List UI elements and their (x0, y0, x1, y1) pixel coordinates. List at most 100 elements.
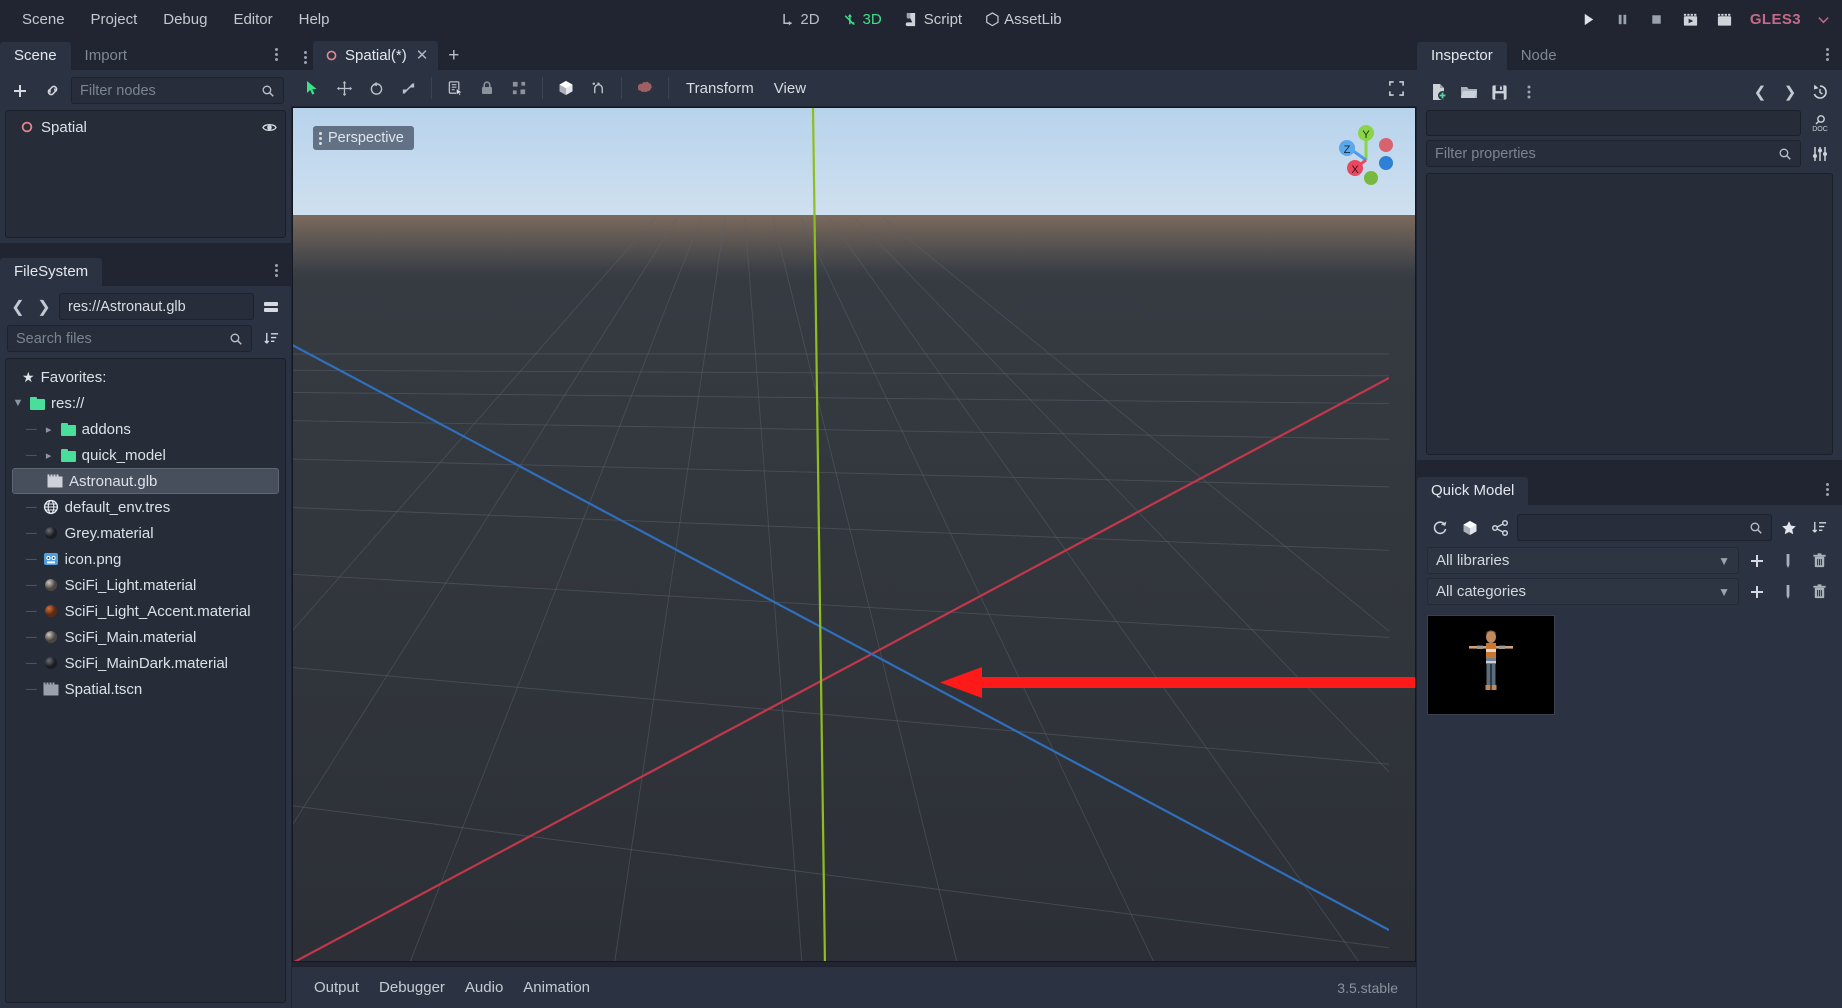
quick-model-dock-menu-icon[interactable] (1820, 480, 1834, 498)
chevron-right-icon[interactable]: ▸ (43, 423, 55, 436)
filesystem-file-default-env[interactable]: ─ default_env.tres (6, 494, 285, 520)
bottom-panel-debugger[interactable]: Debugger (369, 975, 455, 1000)
play-scene-button[interactable] (1682, 11, 1700, 29)
filesystem-folder-quick-model[interactable]: ─ ▸ quick_model (6, 442, 285, 468)
add-scene-tab-button[interactable]: + (438, 42, 469, 70)
inspector-dock-menu-icon[interactable] (1820, 45, 1834, 63)
group-icon[interactable] (504, 74, 534, 102)
add-category-button[interactable] (1744, 579, 1770, 605)
3d-viewport[interactable]: Perspective Y Z X (292, 107, 1416, 962)
mode-button-assetlib[interactable]: AssetLib (975, 7, 1072, 32)
save-resource-icon[interactable] (1486, 79, 1512, 105)
history-back-icon[interactable]: ❮ (7, 295, 29, 319)
category-select[interactable]: All categories ▼ (1427, 578, 1739, 605)
history-forward-icon[interactable]: ❯ (33, 295, 55, 319)
add-library-button[interactable] (1744, 548, 1770, 574)
filesystem-file-scifi-maindark-material[interactable]: ─ SciFi_MainDark.material (6, 650, 285, 676)
menu-help[interactable]: Help (287, 7, 342, 32)
filter-properties-input[interactable]: Filter properties (1426, 140, 1801, 167)
tab-import[interactable]: Import (71, 42, 142, 70)
inspector-properties-list[interactable] (1426, 173, 1833, 455)
node-graph-icon[interactable] (1487, 515, 1513, 541)
toggle-split-mode-icon[interactable] (258, 294, 284, 320)
visibility-eye-icon[interactable] (262, 120, 277, 135)
filesystem-file-astronaut-glb[interactable]: Astronaut.glb (12, 468, 279, 494)
move-mode-icon[interactable] (329, 74, 359, 102)
perspective-label[interactable]: Perspective (313, 126, 414, 150)
filter-nodes-input[interactable]: Filter nodes (71, 77, 284, 104)
view-menu-button[interactable]: View (765, 76, 815, 101)
quick-model-search-input[interactable] (1517, 514, 1772, 541)
local-space-icon[interactable] (551, 74, 581, 102)
instance-scene-icon[interactable] (39, 78, 65, 104)
sort-files-icon[interactable] (258, 326, 284, 352)
scene-tree-item-spatial[interactable]: Spatial (6, 115, 285, 139)
edit-library-button[interactable] (1775, 548, 1801, 574)
mode-button-script[interactable]: Script (895, 7, 972, 32)
delete-category-button[interactable] (1806, 579, 1832, 605)
model-icon[interactable] (1457, 515, 1483, 541)
menu-editor[interactable]: Editor (221, 7, 284, 32)
menu-project[interactable]: Project (79, 7, 150, 32)
menu-debug[interactable]: Debug (151, 7, 219, 32)
snap-mode-icon[interactable] (583, 74, 613, 102)
maximize-viewport-icon[interactable] (1381, 74, 1411, 102)
rotate-mode-icon[interactable] (361, 74, 391, 102)
filesystem-folder-addons[interactable]: ─ ▸ addons (6, 416, 285, 442)
scale-mode-icon[interactable] (393, 74, 423, 102)
renderer-chevron-down-icon[interactable] (1817, 13, 1830, 26)
filesystem-file-scifi-main-material[interactable]: ─ SciFi_Main.material (6, 624, 285, 650)
library-select[interactable]: All libraries ▼ (1427, 547, 1739, 574)
mode-button-3d[interactable]: 3D (833, 7, 892, 32)
bottom-panel-animation[interactable]: Animation (513, 975, 600, 1000)
sort-icon[interactable] (1806, 515, 1832, 541)
pause-button[interactable] (1614, 11, 1632, 29)
scene-dock-menu-icon[interactable] (269, 45, 283, 63)
camera-preview-icon[interactable] (630, 74, 660, 102)
filesystem-folder-res[interactable]: ▼ res:// (6, 390, 285, 416)
search-files-input[interactable]: Search files (7, 325, 252, 352)
filesystem-file-grey-material[interactable]: ─ Grey.material (6, 520, 285, 546)
axis-gizmo[interactable]: Y Z X (1331, 118, 1401, 188)
filesystem-file-scifi-light-material[interactable]: ─ SciFi_Light.material (6, 572, 285, 598)
filesystem-favorites-header[interactable]: ★ Favorites: (6, 364, 285, 390)
resource-menu-icon[interactable] (1516, 79, 1542, 105)
favorite-star-icon[interactable] (1776, 515, 1802, 541)
filesystem-file-spatial-tscn[interactable]: ─ Spatial.tscn (6, 676, 285, 702)
lock-icon[interactable] (472, 74, 502, 102)
object-tools-icon[interactable] (1807, 141, 1833, 167)
transform-menu-button[interactable]: Transform (677, 76, 763, 101)
play-button[interactable] (1580, 11, 1598, 29)
menu-scene[interactable]: Scene (10, 7, 77, 32)
chevron-down-icon[interactable]: ▼ (12, 397, 24, 409)
filesystem-dock-menu-icon[interactable] (269, 261, 283, 279)
delete-library-button[interactable] (1806, 548, 1832, 574)
history-icon[interactable] (1807, 79, 1833, 105)
edit-category-button[interactable] (1775, 579, 1801, 605)
add-node-button[interactable] (7, 78, 33, 104)
refresh-icon[interactable] (1427, 515, 1453, 541)
close-icon[interactable]: ✕ (416, 46, 429, 64)
scene-tab-spatial[interactable]: Spatial(*) ✕ (313, 41, 439, 70)
tab-inspector[interactable]: Inspector (1417, 42, 1507, 70)
stop-button[interactable] (1648, 11, 1666, 29)
scene-tree[interactable]: Spatial (5, 110, 286, 238)
bottom-panel-audio[interactable]: Audio (455, 975, 513, 1000)
renderer-label[interactable]: GLES3 (1750, 11, 1801, 28)
tab-quick-model[interactable]: Quick Model (1417, 477, 1529, 505)
tab-node[interactable]: Node (1507, 42, 1571, 70)
tab-scene[interactable]: Scene (0, 42, 71, 70)
open-docs-icon[interactable]: DOC (1807, 110, 1833, 136)
new-resource-icon[interactable] (1426, 79, 1452, 105)
mode-button-2d[interactable]: 2D (770, 7, 829, 32)
filesystem-tree[interactable]: ★ Favorites: ▼ res:// ─ ▸ addons ─ ▸ qui… (5, 358, 286, 1003)
scene-tab-list-icon[interactable] (297, 44, 313, 70)
inspector-resource-field[interactable] (1426, 110, 1801, 136)
history-next-icon[interactable]: ❯ (1777, 79, 1803, 105)
bottom-panel-output[interactable]: Output (304, 975, 369, 1000)
play-custom-scene-button[interactable] (1716, 11, 1734, 29)
history-prev-icon[interactable]: ❮ (1747, 79, 1773, 105)
select-mode-icon[interactable] (297, 74, 327, 102)
load-resource-icon[interactable] (1456, 79, 1482, 105)
astronaut-model-thumbnail[interactable] (1427, 615, 1555, 715)
